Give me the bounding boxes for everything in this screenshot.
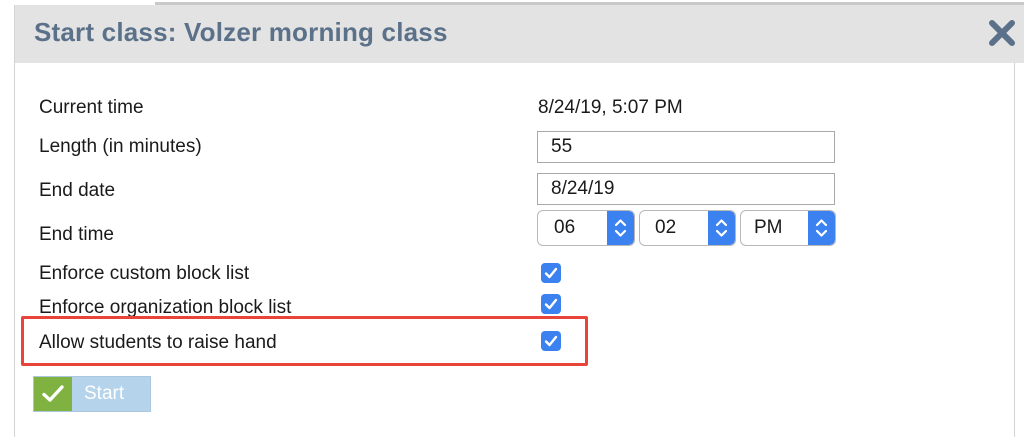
end-ampm-select[interactable]: PM	[740, 210, 836, 246]
checkmark-icon	[544, 298, 558, 310]
enforce-organization-block-list-checkbox[interactable]	[541, 294, 561, 314]
end-time-label: End time	[39, 224, 114, 245]
end-hour-value: 06	[554, 217, 576, 238]
dialog-body: Current time 8/24/19, 5:07 PM Length (in…	[15, 63, 1015, 437]
checkmark-icon	[544, 267, 558, 279]
end-hour-select[interactable]: 06	[537, 210, 635, 246]
end-date-label: End date	[39, 180, 116, 201]
end-date-input[interactable]: 8/24/19	[537, 173, 835, 205]
dialog-header: Start class: Volzer morning class	[15, 5, 1024, 63]
enforce-custom-block-list-checkbox[interactable]	[541, 263, 561, 283]
close-icon[interactable]	[987, 18, 1017, 48]
end-ampm-value: PM	[754, 217, 783, 238]
end-minute-value: 02	[655, 217, 677, 238]
current-time-value: 8/24/19, 5:07 PM	[538, 97, 683, 118]
page: Start class: Volzer morning class Curren…	[0, 0, 1024, 437]
updown-chevron-icon	[708, 211, 735, 245]
enforce-custom-block-list-label: Enforce custom block list	[39, 263, 250, 284]
length-input[interactable]: 55	[537, 131, 835, 163]
length-label: Length (in minutes)	[39, 136, 202, 157]
start-button[interactable]: Start	[33, 376, 151, 412]
checkmark-icon	[34, 377, 72, 411]
start-button-label: Start	[84, 383, 125, 404]
updown-chevron-icon	[607, 211, 634, 245]
updown-chevron-icon	[808, 211, 835, 245]
checkmark-icon	[544, 335, 558, 347]
current-time-label: Current time	[39, 97, 144, 118]
allow-raise-hand-label: Allow students to raise hand	[39, 332, 277, 353]
allow-raise-hand-checkbox[interactable]	[541, 331, 561, 351]
start-class-dialog: Start class: Volzer morning class Curren…	[14, 5, 1024, 437]
dialog-title: Start class: Volzer morning class	[34, 17, 448, 47]
end-minute-select[interactable]: 02	[639, 210, 736, 246]
